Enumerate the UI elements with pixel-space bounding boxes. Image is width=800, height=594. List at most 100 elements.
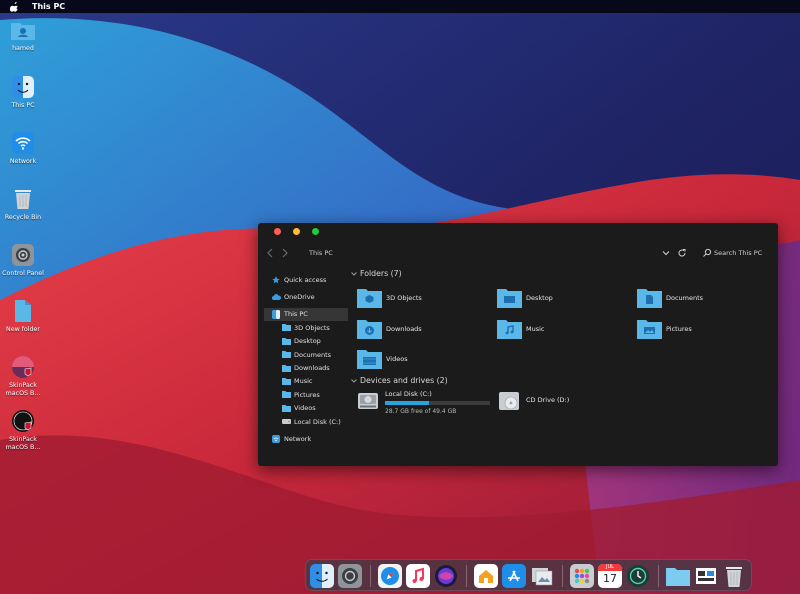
refresh-icon[interactable]: [677, 248, 687, 258]
finder-icon[interactable]: [310, 564, 334, 588]
folder-icon: [11, 299, 35, 323]
apple-icon[interactable]: [10, 1, 22, 13]
folder-desktop[interactable]: Desktop: [497, 287, 553, 308]
sidebar-item-label: OneDrive: [284, 293, 315, 302]
folder-icon: [282, 351, 291, 359]
desktop-icon-label: Recycle Bin: [4, 214, 42, 221]
documents-folder-icon: [637, 289, 662, 308]
music-folder-icon: [497, 320, 522, 339]
search-input[interactable]: [714, 247, 774, 259]
folder-label: Documents: [666, 293, 704, 302]
desktop-icon-skinpack-1[interactable]: SkinPack macOS B...: [0, 355, 46, 397]
dock: JUL 17: [305, 559, 752, 591]
pictures-folder-icon: [637, 320, 662, 339]
videos-folder-icon: [357, 350, 382, 369]
folder-documents[interactable]: Documents: [637, 287, 703, 308]
desktop-icon-label: SkinPack macOS B...: [5, 382, 41, 397]
sidebar-item-pictures[interactable]: Pictures: [264, 388, 348, 401]
user-folder-icon: [11, 18, 35, 42]
sidebar-item-downloads[interactable]: Downloads: [264, 361, 348, 374]
siri-icon[interactable]: [434, 564, 458, 588]
drive-usage-fill: [385, 401, 430, 405]
calendar-day: 17: [603, 572, 617, 585]
desktop-icon-new-folder[interactable]: New folder: [0, 299, 46, 334]
calendar-month: JUL: [598, 564, 622, 571]
sidebar-item-label: Network: [284, 434, 312, 443]
folder-videos[interactable]: Videos: [357, 348, 408, 369]
drive-icon: [282, 418, 291, 426]
minimize-button[interactable]: [293, 228, 300, 235]
sidebar-item-3d-objects[interactable]: 3D Objects: [264, 321, 348, 334]
back-arrow-icon[interactable]: [265, 247, 275, 259]
folder-pictures[interactable]: Pictures: [637, 318, 692, 339]
sidebar-item-videos[interactable]: Videos: [264, 402, 348, 415]
sidebar-item-label: Desktop: [294, 337, 321, 346]
settings-icon[interactable]: [338, 564, 362, 588]
window-titlebar[interactable]: [258, 223, 778, 240]
desktop-icon-hamed[interactable]: hamed: [0, 18, 46, 53]
calendar-icon[interactable]: JUL 17: [598, 564, 622, 588]
desktop-icon-label: Network: [9, 158, 37, 165]
sidebar-item-music[interactable]: Music: [264, 375, 348, 388]
desktop-folder-icon: [497, 289, 522, 308]
screenshot-icon[interactable]: [694, 564, 718, 588]
sidebar-item-label: This PC: [284, 310, 308, 319]
maximize-button[interactable]: [312, 228, 319, 235]
menu-app-name[interactable]: This PC: [32, 2, 65, 11]
launchpad-icon[interactable]: [570, 564, 594, 588]
drive-cd-d[interactable]: CD Drive (D:): [498, 390, 569, 412]
drive-local-disk-c[interactable]: Local Disk (C:) 28.7 GB free of 49.4 GB: [357, 390, 490, 415]
settings-icon: [11, 243, 35, 267]
sidebar-item-label: 3D Objects: [294, 323, 330, 332]
folder-music[interactable]: Music: [497, 318, 545, 339]
forward-arrow-icon[interactable]: [280, 247, 290, 259]
sidebar-item-quick-access[interactable]: Quick access: [264, 273, 348, 286]
music-icon[interactable]: [406, 564, 430, 588]
chevron-down-icon[interactable]: [661, 248, 671, 258]
hard-disk-icon: [358, 393, 378, 409]
sidebar-item-label: Documents: [294, 350, 332, 359]
sidebar-item-local-disk[interactable]: Local Disk (C:): [264, 415, 348, 428]
folder-icon: [282, 337, 291, 345]
sidebar-item-documents[interactable]: Documents: [264, 348, 348, 361]
folder-icon: [282, 404, 291, 412]
folder-icon: [282, 324, 291, 332]
desktop-icon-skinpack-2[interactable]: SkinPack macOS B...: [0, 409, 46, 451]
sidebar-item-network[interactable]: Network: [264, 432, 348, 445]
desktop-icon-label: SkinPack macOS B...: [5, 436, 41, 451]
sidebar-item-onedrive[interactable]: OneDrive: [264, 290, 348, 303]
time-machine-icon[interactable]: [626, 564, 650, 588]
folders-group-header[interactable]: Folders (7): [350, 269, 402, 278]
sidebar-item-label: Videos: [294, 404, 316, 413]
chevron-down-icon: [350, 377, 358, 385]
network-icon: [272, 434, 281, 443]
close-button[interactable]: [274, 228, 281, 235]
desktop-icon-label: This PC: [11, 102, 35, 109]
drives-group-header[interactable]: Devices and drives (2): [350, 376, 448, 385]
preview-icon[interactable]: [530, 564, 554, 588]
wifi-icon: [11, 131, 35, 155]
desktop-icon-label: Control Panel: [2, 270, 44, 277]
desktop-icon-network[interactable]: Network: [0, 131, 46, 166]
desktop-icon-recycle-bin[interactable]: Recycle Bin: [0, 187, 46, 222]
sidebar-item-desktop[interactable]: Desktop: [264, 335, 348, 348]
sidebar-item-this-pc[interactable]: This PC: [264, 307, 348, 322]
desktop-icon-this-pc[interactable]: This PC: [0, 75, 46, 110]
desktop-icon-control-panel[interactable]: Control Panel: [0, 243, 46, 278]
address-bar[interactable]: This PC: [309, 249, 333, 257]
folder-icon[interactable]: [666, 564, 690, 588]
folder-label: Pictures: [666, 324, 692, 333]
skinpack-icon: [11, 409, 35, 433]
downloads-folder-icon: [357, 320, 382, 339]
trash-icon[interactable]: [722, 564, 746, 588]
folder-downloads[interactable]: Downloads: [357, 318, 422, 339]
folder-3d-objects[interactable]: 3D Objects: [357, 287, 422, 308]
drive-label: CD Drive (D:): [526, 396, 570, 404]
menu-bar: This PC: [0, 0, 800, 13]
safari-icon[interactable]: [378, 564, 402, 588]
chevron-down-icon: [350, 270, 358, 278]
desktop-icon-label: New folder: [5, 326, 40, 333]
app-store-icon[interactable]: [502, 564, 526, 588]
search-icon: [702, 248, 712, 258]
home-icon[interactable]: [474, 564, 498, 588]
